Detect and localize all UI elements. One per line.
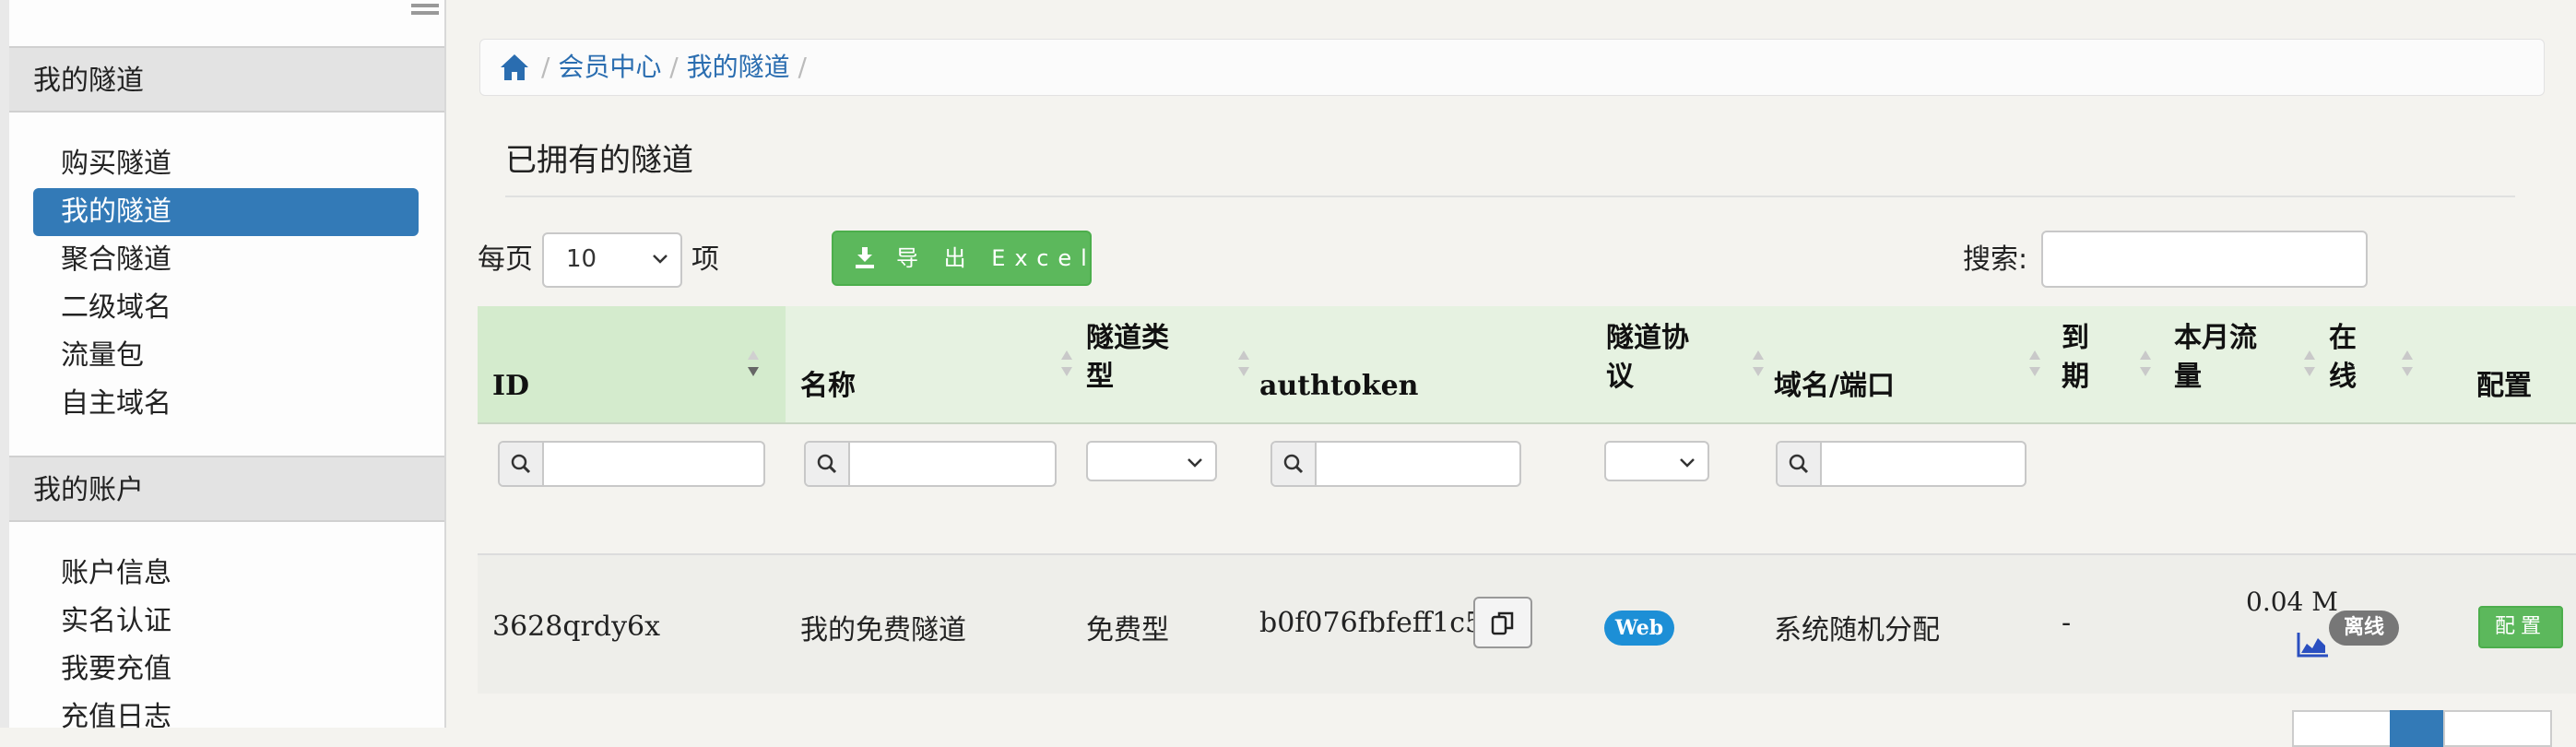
sidebar-item-subdomain[interactable]: 二级域名 bbox=[33, 284, 419, 332]
breadcrumb-trail: / 会员中心 / 我的隧道 / bbox=[541, 52, 807, 82]
table-footer bbox=[478, 712, 2576, 740]
th-config: 配置 bbox=[2476, 370, 2532, 402]
cell-id: 3628qrdy6x bbox=[492, 611, 661, 643]
th-traffic[interactable]: 本月流 量 bbox=[2174, 319, 2257, 397]
per-page-label: 每页 bbox=[478, 243, 533, 276]
filter-addon bbox=[500, 443, 544, 485]
filter-id-input[interactable] bbox=[498, 441, 765, 487]
sidebar-item-traffic-pack[interactable]: 流量包 bbox=[33, 332, 419, 380]
config-button[interactable]: 配置 bbox=[2478, 606, 2563, 648]
sort-icon[interactable] bbox=[2301, 349, 2318, 380]
th-type[interactable]: 隧道类 型 bbox=[1086, 319, 1169, 397]
table-row: 3628qrdy6x 我的免费隧道 免费型 b0f076fbfeff1c52 W… bbox=[478, 553, 2576, 694]
cell-name: 我的免费隧道 bbox=[800, 614, 966, 646]
title-divider bbox=[505, 196, 2515, 197]
filter-authtoken-input[interactable] bbox=[1270, 441, 1521, 487]
th-expire-line2: 期 bbox=[2062, 361, 2089, 393]
protocol-badge: Web bbox=[1604, 611, 1674, 646]
chevron-down-icon bbox=[653, 255, 668, 264]
th-authtoken[interactable]: authtoken bbox=[1259, 367, 1418, 406]
filter-addon bbox=[1272, 443, 1317, 485]
search-icon bbox=[817, 454, 837, 474]
online-status-badge: 离线 bbox=[2329, 611, 2399, 646]
column-filter-row bbox=[478, 422, 2576, 551]
prev-page-button[interactable] bbox=[2292, 710, 2392, 747]
sidebar-item-aggregate-tunnel[interactable]: 聚合隧道 bbox=[33, 236, 419, 284]
filter-name-input[interactable] bbox=[804, 441, 1057, 487]
th-traffic-line2: 量 bbox=[2174, 361, 2202, 393]
export-excel-button[interactable]: 导 出 Excel bbox=[832, 231, 1092, 286]
sidebar-item-recharge[interactable]: 我要充值 bbox=[33, 646, 419, 694]
sidebar-section-account[interactable]: 我的账户 bbox=[9, 456, 444, 522]
sidebar-item-real-name[interactable]: 实名认证 bbox=[33, 598, 419, 646]
th-domain[interactable]: 域名/端口 bbox=[1774, 367, 1895, 406]
sidebar-tunnel-items: 购买隧道 我的隧道 聚合隧道 二级域名 流量包 自主域名 bbox=[33, 140, 419, 428]
sidebar-item-buy-tunnel[interactable]: 购买隧道 bbox=[33, 140, 419, 188]
th-online-line1: 在 bbox=[2329, 322, 2357, 354]
area-chart-icon[interactable] bbox=[2296, 631, 2331, 658]
th-id[interactable]: ID bbox=[492, 367, 529, 406]
th-protocol[interactable]: 隧道协 议 bbox=[1606, 319, 1689, 397]
sort-icon[interactable] bbox=[2399, 349, 2416, 380]
search-input[interactable] bbox=[2041, 231, 2368, 288]
cell-domain: 系统随机分配 bbox=[1774, 614, 1940, 646]
th-type-line1: 隧道类 bbox=[1086, 322, 1169, 354]
th-type-line2: 型 bbox=[1086, 361, 1114, 393]
sort-icon[interactable] bbox=[1235, 349, 1252, 380]
search-icon bbox=[1789, 454, 1809, 474]
th-expire-line1: 到 bbox=[2062, 322, 2089, 354]
main-content: / 会员中心 / 我的隧道 / 已拥有的隧道 每页 10 项 导 出 Excel… bbox=[446, 0, 2576, 747]
chevron-down-icon bbox=[1188, 458, 1202, 468]
filter-type-select[interactable] bbox=[1086, 441, 1217, 481]
th-name[interactable]: 名称 bbox=[800, 367, 856, 406]
th-protocol-line1: 隧道协 bbox=[1606, 322, 1689, 354]
sort-icon[interactable] bbox=[1750, 349, 1767, 380]
th-traffic-line1: 本月流 bbox=[2174, 322, 2257, 354]
per-page-value: 10 bbox=[566, 245, 597, 273]
filter-addon bbox=[806, 443, 850, 485]
per-page-unit: 项 bbox=[691, 243, 719, 276]
chevron-down-icon bbox=[1680, 458, 1695, 468]
copy-token-button[interactable] bbox=[1473, 597, 1532, 648]
search-icon bbox=[1283, 454, 1304, 474]
download-icon bbox=[856, 247, 874, 268]
th-online[interactable]: 在 线 bbox=[2329, 319, 2357, 397]
page-1-button[interactable] bbox=[2390, 710, 2445, 747]
menu-collapse-icon[interactable] bbox=[411, 4, 439, 24]
cell-expire: - bbox=[2062, 607, 2072, 639]
search-label: 搜索: bbox=[1963, 243, 2028, 276]
per-page-select[interactable]: 10 bbox=[542, 232, 682, 288]
page-title: 已拥有的隧道 bbox=[505, 142, 693, 179]
sort-icon[interactable] bbox=[2137, 349, 2154, 380]
cell-authtoken: b0f076fbfeff1c52 bbox=[1259, 607, 1501, 639]
sidebar-item-account-info[interactable]: 账户信息 bbox=[33, 550, 419, 598]
th-protocol-line2: 议 bbox=[1606, 361, 1634, 393]
th-expire[interactable]: 到 期 bbox=[2062, 319, 2089, 397]
table-header: ID 名称 隧道类 型 authtoken 隧道协 议 域名/端口 到 期 本月… bbox=[478, 306, 2576, 424]
sidebar-account-items: 账户信息 实名认证 我要充值 充值日志 bbox=[33, 550, 419, 741]
next-page-button[interactable] bbox=[2443, 710, 2552, 747]
sort-icon[interactable] bbox=[1058, 349, 1075, 380]
sidebar-section-tunnels[interactable]: 我的隧道 bbox=[9, 46, 444, 113]
sidebar-edge bbox=[0, 0, 9, 728]
sort-desc-icon[interactable] bbox=[745, 349, 762, 380]
sort-icon[interactable] bbox=[2027, 349, 2043, 380]
breadcrumb-member-center[interactable]: 会员中心 bbox=[558, 52, 661, 82]
breadcrumb-my-tunnels[interactable]: 我的隧道 bbox=[687, 52, 790, 82]
cell-type: 免费型 bbox=[1086, 614, 1169, 646]
home-icon[interactable] bbox=[499, 53, 530, 82]
filter-addon bbox=[1778, 443, 1822, 485]
copy-icon bbox=[1491, 611, 1514, 635]
sidebar-item-recharge-log[interactable]: 充值日志 bbox=[33, 694, 419, 741]
export-excel-label: 导 出 Excel bbox=[896, 245, 1096, 271]
filter-protocol-select[interactable] bbox=[1604, 441, 1709, 481]
th-online-line2: 线 bbox=[2329, 361, 2357, 393]
sidebar-item-my-tunnels[interactable]: 我的隧道 bbox=[33, 188, 419, 236]
cell-traffic: 0.04 M bbox=[2246, 587, 2338, 617]
filter-domain-input[interactable] bbox=[1776, 441, 2027, 487]
search-icon bbox=[511, 454, 531, 474]
sidebar-item-custom-domain[interactable]: 自主域名 bbox=[33, 380, 419, 428]
breadcrumb: / 会员中心 / 我的隧道 / bbox=[479, 39, 2545, 96]
sidebar: 我的隧道 购买隧道 我的隧道 聚合隧道 二级域名 流量包 自主域名 我的账户 账… bbox=[0, 0, 446, 733]
